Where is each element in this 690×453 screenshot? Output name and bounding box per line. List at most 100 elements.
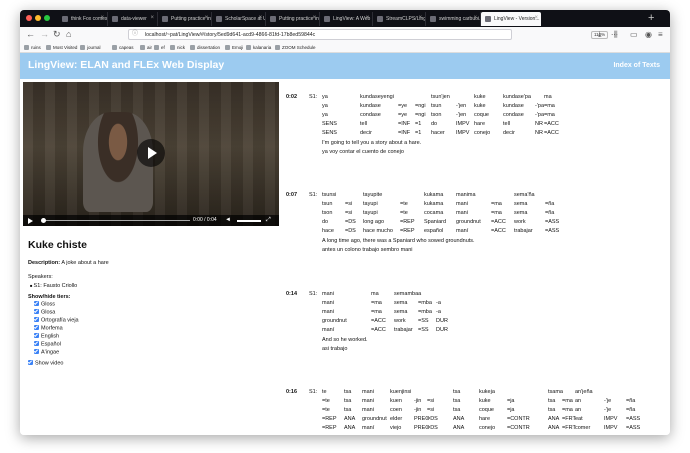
- tab-favicon-icon: [162, 16, 168, 22]
- browser-tab[interactable]: swimming carbuoi... ×: [426, 12, 481, 26]
- browser-tab[interactable]: LingView: A Web Int...×: [320, 12, 373, 26]
- menu-icon[interactable]: ≡: [658, 28, 663, 41]
- tier-checkbox[interactable]: [34, 309, 39, 314]
- gloss-cell: =si: [345, 201, 353, 207]
- gloss-cell: tsun: [431, 103, 442, 109]
- gloss-cell: tell: [360, 121, 368, 127]
- sentence-timestamp[interactable]: 0:02: [286, 94, 297, 101]
- gloss-cell: =DS: [345, 219, 356, 225]
- bookmark-item[interactable]: nick: [170, 44, 185, 51]
- sentence-timestamp[interactable]: 0:14: [286, 291, 297, 298]
- gloss-cell: sema: [514, 201, 528, 207]
- sentence-timestamp[interactable]: 0:07: [286, 192, 297, 199]
- browser-tab[interactable]: StreamCLPS/LingVie...×: [373, 12, 426, 26]
- bookmarks-bar: ruins Most Visited journal capeas air ef nick d…: [20, 42, 670, 53]
- tier-checkbox[interactable]: [34, 317, 39, 322]
- seek-handle[interactable]: [41, 218, 46, 223]
- word-column: tayupite tayupi tayupi long ago hace mucho: [363, 192, 393, 237]
- tier-toggle[interactable]: A'ingae: [34, 349, 268, 357]
- tab-close-icon[interactable]: ×: [100, 15, 104, 21]
- gloss-cell: [562, 389, 576, 398]
- show-video-checkbox[interactable]: [28, 360, 33, 365]
- browser-tab[interactable]: Putting practice into...×: [266, 12, 320, 26]
- gloss-cell: [345, 192, 356, 201]
- gloss-cell: tsa: [548, 398, 556, 404]
- fullscreen-icon[interactable]: ⤢: [266, 216, 271, 224]
- downloads-icon[interactable]: ⤓: [598, 28, 602, 41]
- browser-tab[interactable]: think Fox comes to Burma...×: [58, 12, 108, 26]
- gloss-cell: tsa: [344, 389, 352, 395]
- tier-checkbox[interactable]: [34, 333, 39, 338]
- browser-tab[interactable]: LingView - Version... ×: [481, 12, 541, 26]
- sentence-timestamp[interactable]: 0:16: [286, 389, 297, 396]
- url-text[interactable]: localhost/~pat/LingView/#/story/5ed9d641…: [145, 31, 315, 39]
- bookmark-item[interactable]: Most Visited: [46, 44, 77, 51]
- show-video-toggle[interactable]: Show video: [28, 360, 268, 368]
- bookmark-item[interactable]: air: [140, 44, 152, 51]
- gloss-cell: =si: [427, 407, 435, 413]
- word-column: =ña =ña =ASS =ASS: [626, 389, 640, 434]
- gloss-cell: hace: [322, 228, 334, 234]
- gloss-cell: tsa: [344, 407, 352, 413]
- url-bar[interactable]: ⓘ localhost/~pat/LingView/#/story/5ed9d6…: [128, 29, 618, 40]
- gloss-cell: tson: [431, 112, 442, 118]
- tier-checkbox[interactable]: [34, 341, 39, 346]
- forward-icon[interactable]: →: [40, 28, 49, 41]
- tab-close-icon[interactable]: ×: [312, 15, 316, 21]
- back-icon[interactable]: ←: [26, 28, 35, 41]
- tab-close-icon[interactable]: ×: [365, 15, 369, 21]
- tab-close-icon[interactable]: ×: [418, 15, 422, 21]
- reload-icon[interactable]: ↻: [53, 28, 61, 41]
- tab-close-icon[interactable]: ×: [258, 15, 262, 21]
- index-of-texts-link[interactable]: Index of Texts: [613, 61, 660, 70]
- tier-toggle[interactable]: Morfema: [34, 325, 268, 333]
- gloss-cell: tsa: [453, 389, 461, 395]
- gloss-cell: =te: [400, 210, 408, 216]
- extension-icon[interactable]: ◉: [645, 28, 652, 41]
- tier-toggle[interactable]: Gloss: [34, 301, 268, 309]
- browser-tab[interactable]: ScholarSpace at Uni...×: [212, 12, 266, 26]
- maximize-window-icon[interactable]: [44, 15, 50, 21]
- video-player[interactable]: 0:00 / 0:04 ◄ ⤢: [23, 82, 279, 226]
- bookmark-item[interactable]: ZOOM Schedule: [275, 44, 316, 51]
- site-info-icon[interactable]: ⓘ: [132, 30, 138, 39]
- home-icon[interactable]: ⌂: [66, 28, 71, 41]
- tier-checkbox[interactable]: [34, 325, 39, 330]
- gloss-cell: =ma: [562, 407, 573, 413]
- bookmark-item[interactable]: ef: [154, 44, 165, 51]
- new-tab-button[interactable]: +: [648, 12, 654, 24]
- tier-toggle[interactable]: Glosa: [34, 309, 268, 317]
- sidebar-icon[interactable]: ▭: [630, 28, 638, 41]
- gloss-cell: =ACC: [544, 121, 559, 127]
- word-column: kundase'pa kundase condase tell decir: [503, 94, 531, 139]
- app-title[interactable]: LingView: ELAN and FLEx Web Display: [28, 59, 224, 72]
- browser-tab[interactable]: Putting practice into...×: [158, 12, 212, 26]
- volume-icon[interactable]: ◄: [225, 216, 231, 224]
- volume-slider[interactable]: [237, 220, 261, 222]
- tab-close-icon[interactable]: ×: [473, 15, 477, 21]
- bookmark-item[interactable]: kalanaria: [246, 44, 271, 51]
- tier-checkbox[interactable]: [34, 301, 39, 306]
- tier-checkbox[interactable]: [34, 349, 39, 354]
- big-play-button[interactable]: [137, 139, 165, 167]
- bookmark-item[interactable]: dissertation: [190, 44, 220, 51]
- bookmark-item[interactable]: journal: [80, 44, 101, 51]
- tier-toggle[interactable]: Ortografía vieja: [34, 317, 268, 325]
- tier-toggle[interactable]: Español: [34, 341, 268, 349]
- bookmark-item[interactable]: Emoji: [225, 44, 243, 51]
- tab-close-icon[interactable]: ×: [534, 15, 538, 21]
- library-icon[interactable]: ⫼: [614, 28, 618, 41]
- gloss-cell: groundnut: [456, 219, 481, 225]
- minimize-window-icon[interactable]: [35, 15, 41, 21]
- bookmark-item[interactable]: ruins: [24, 44, 41, 51]
- browser-tab[interactable]: data-viewer ×: [108, 12, 158, 26]
- gloss-cell: =CONTR: [507, 416, 530, 422]
- tab-close-icon[interactable]: ×: [204, 15, 208, 21]
- seek-bar[interactable]: [45, 220, 190, 221]
- close-window-icon[interactable]: [26, 15, 32, 21]
- bookmark-item[interactable]: capeas: [112, 44, 134, 51]
- gloss-cell: =si: [345, 210, 353, 216]
- tab-close-icon[interactable]: ×: [150, 15, 154, 21]
- tier-toggle[interactable]: English: [34, 333, 268, 341]
- play-icon[interactable]: [28, 218, 33, 224]
